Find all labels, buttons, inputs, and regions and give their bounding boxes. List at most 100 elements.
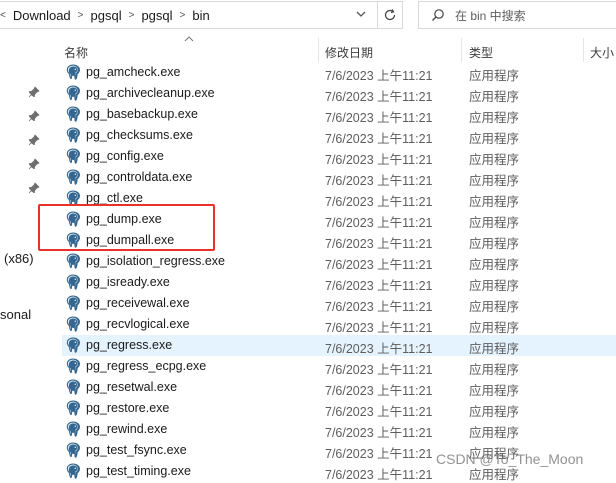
refresh-icon — [384, 9, 396, 21]
file-row[interactable]: pg_resetwal.exe 7/6/2023 上午11:21 应用程序 — [62, 377, 616, 398]
postgresql-elephant-icon — [64, 147, 82, 165]
file-row[interactable]: pg_restore.exe 7/6/2023 上午11:21 应用程序 — [62, 398, 616, 419]
postgresql-elephant-icon — [64, 273, 82, 291]
file-row[interactable]: pg_regress.exe 7/6/2023 上午11:21 应用程序 — [62, 335, 616, 356]
file-row[interactable]: pg_controldata.exe 7/6/2023 上午11:21 应用程序 — [62, 167, 616, 188]
column-divider[interactable] — [583, 38, 584, 62]
file-name: pg_basebackup.exe — [86, 107, 198, 121]
postgresql-elephant-icon — [64, 294, 82, 312]
file-date: 7/6/2023 上午11:21 — [325, 216, 433, 230]
chevron-right-icon: > — [179, 9, 186, 21]
column-header-date[interactable]: 修改日期 — [325, 44, 373, 61]
file-date: 7/6/2023 上午11:21 — [325, 237, 433, 251]
file-date: 7/6/2023 上午11:21 — [325, 69, 433, 83]
file-row[interactable]: pg_receivewal.exe 7/6/2023 上午11:21 应用程序 — [62, 293, 616, 314]
postgresql-elephant-icon — [64, 378, 82, 396]
chevron-left-icon: < — [0, 9, 6, 21]
file-name: pg_ctl.exe — [86, 191, 143, 205]
address-bar-area: < Download > pgsql > pgsql > bin 在 bin 中… — [0, 0, 616, 30]
file-name: pg_controldata.exe — [86, 170, 193, 184]
file-row[interactable]: pg_recvlogical.exe 7/6/2023 上午11:21 应用程序 — [62, 314, 616, 335]
file-type: 应用程序 — [469, 363, 520, 377]
highlight-annotation-box — [38, 204, 215, 251]
file-name: pg_recvlogical.exe — [86, 317, 190, 331]
file-type: 应用程序 — [469, 426, 520, 440]
file-name: pg_restore.exe — [86, 401, 170, 415]
file-name: pg_config.exe — [86, 149, 164, 163]
breadcrumb-item-pgsql-inner[interactable]: pgsql — [141, 8, 172, 23]
file-date: 7/6/2023 上午11:21 — [325, 153, 433, 167]
postgresql-elephant-icon — [64, 84, 82, 102]
file-name: pg_isready.exe — [86, 275, 170, 289]
file-name: pg_receivewal.exe — [86, 296, 190, 310]
breadcrumb[interactable]: < Download > pgsql > pgsql > bin — [0, 1, 378, 29]
breadcrumb-item-download[interactable]: Download — [13, 8, 71, 23]
file-row[interactable]: pg_isolation_regress.exe 7/6/2023 上午11:21… — [62, 251, 616, 272]
file-type: 应用程序 — [469, 300, 520, 314]
postgresql-elephant-icon — [64, 315, 82, 333]
watermark: CSDN @To_The_Moon — [436, 451, 584, 467]
file-row[interactable]: pg_config.exe 7/6/2023 上午11:21 应用程序 — [62, 146, 616, 167]
file-row[interactable]: pg_rewind.exe 7/6/2023 上午11:21 应用程序 — [62, 419, 616, 440]
file-type: 应用程序 — [469, 90, 520, 104]
file-name: pg_amcheck.exe — [86, 65, 181, 79]
file-date: 7/6/2023 上午11:21 — [325, 174, 433, 188]
nav-item-label-personal[interactable]: sonal — [0, 307, 31, 322]
column-divider[interactable] — [318, 38, 319, 62]
postgresql-elephant-icon — [64, 399, 82, 417]
file-row[interactable]: pg_archivecleanup.exe 7/6/2023 上午11:21 应用程… — [62, 83, 616, 104]
file-type: 应用程序 — [469, 321, 520, 335]
file-type: 应用程序 — [469, 237, 520, 251]
file-date: 7/6/2023 上午11:21 — [325, 279, 433, 293]
column-header-type[interactable]: 类型 — [469, 44, 493, 61]
postgresql-elephant-icon — [64, 420, 82, 438]
file-date: 7/6/2023 上午11:21 — [325, 468, 433, 482]
file-name: pg_regress_ecpg.exe — [86, 359, 207, 373]
file-date: 7/6/2023 上午11:21 — [325, 342, 433, 356]
file-name: pg_test_fsync.exe — [86, 443, 187, 457]
file-date: 7/6/2023 上午11:21 — [325, 321, 433, 335]
file-date: 7/6/2023 上午11:21 — [325, 111, 433, 125]
file-date: 7/6/2023 上午11:21 — [325, 363, 433, 377]
column-divider[interactable] — [461, 38, 462, 62]
sort-ascending-icon — [184, 36, 194, 42]
file-type: 应用程序 — [469, 258, 520, 272]
postgresql-elephant-icon — [64, 441, 82, 459]
file-name: pg_archivecleanup.exe — [86, 86, 215, 100]
chevron-right-icon: > — [77, 9, 84, 21]
postgresql-elephant-icon — [64, 126, 82, 144]
search-icon — [432, 9, 444, 21]
file-row[interactable]: pg_isready.exe 7/6/2023 上午11:21 应用程序 — [62, 272, 616, 293]
file-date: 7/6/2023 上午11:21 — [325, 90, 433, 104]
file-row[interactable]: pg_regress_ecpg.exe 7/6/2023 上午11:21 应用程序 — [62, 356, 616, 377]
file-date: 7/6/2023 上午11:21 — [325, 426, 433, 440]
pin-icon[interactable] — [28, 158, 40, 170]
file-date: 7/6/2023 上午11:21 — [325, 405, 433, 419]
file-row[interactable]: pg_amcheck.exe 7/6/2023 上午11:21 应用程序 — [62, 62, 616, 83]
file-row[interactable]: pg_basebackup.exe 7/6/2023 上午11:21 应用程序 — [62, 104, 616, 125]
breadcrumb-item-bin[interactable]: bin — [192, 8, 209, 23]
nav-item-label-x86[interactable]: (x86) — [4, 251, 34, 266]
chevron-right-icon: > — [128, 9, 135, 21]
column-header-size[interactable]: 大小 — [590, 44, 614, 61]
chevron-down-icon — [356, 11, 366, 17]
file-date: 7/6/2023 上午11:21 — [325, 447, 433, 461]
pin-icon[interactable] — [28, 182, 40, 194]
file-name: pg_rewind.exe — [86, 422, 168, 436]
file-date: 7/6/2023 上午11:21 — [325, 384, 433, 398]
navigation-pane: (x86) sonal — [0, 36, 48, 478]
pin-icon[interactable] — [28, 110, 40, 122]
address-history-dropdown[interactable] — [355, 6, 367, 25]
pin-icon[interactable] — [28, 134, 40, 146]
breadcrumb-item-pgsql[interactable]: pgsql — [91, 8, 122, 23]
search-box[interactable]: 在 bin 中搜索 — [418, 1, 616, 29]
column-header-name[interactable]: 名称 — [64, 44, 88, 61]
refresh-button[interactable] — [377, 1, 403, 29]
file-type: 应用程序 — [469, 111, 520, 125]
postgresql-elephant-icon — [64, 462, 82, 480]
file-row[interactable]: pg_checksums.exe 7/6/2023 上午11:21 应用程序 — [62, 125, 616, 146]
file-name: pg_checksums.exe — [86, 128, 194, 142]
pin-icon[interactable] — [28, 86, 40, 98]
file-date: 7/6/2023 上午11:21 — [325, 132, 433, 146]
postgresql-elephant-icon — [64, 336, 82, 354]
